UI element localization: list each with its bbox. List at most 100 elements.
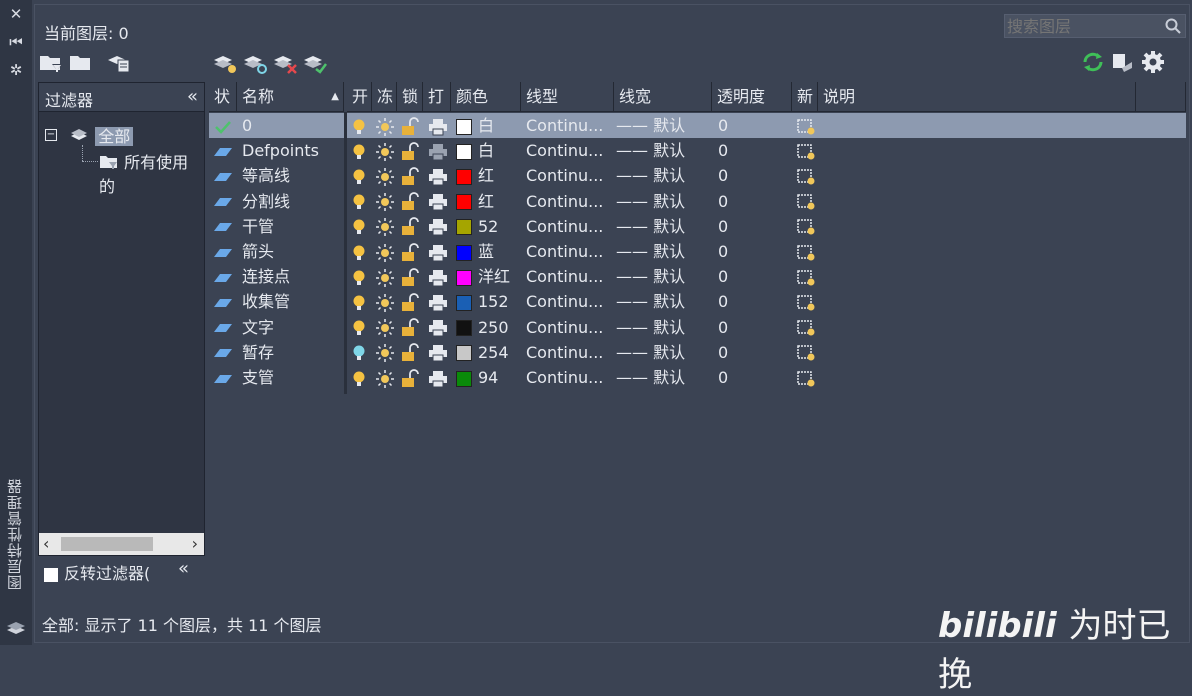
table-row[interactable]: 0 白 Continu... —— 默认 0 <box>209 113 1186 138</box>
layer-name[interactable]: 0 <box>237 113 344 138</box>
color-cell[interactable]: 250 <box>456 315 520 340</box>
set-current-icon[interactable] <box>302 48 328 76</box>
color-cell[interactable]: 白 <box>456 113 520 138</box>
bulb-on-icon[interactable] <box>351 239 371 264</box>
lineweight-cell[interactable]: —— 默认 <box>616 189 712 214</box>
status-cell[interactable] <box>209 214 237 239</box>
table-row[interactable]: 收集管 152 Continu... —— 默认 0 <box>209 289 1186 314</box>
unlock-icon[interactable] <box>401 214 421 239</box>
table-row[interactable]: Defpoints 白 Continu... —— 默认 0 <box>209 138 1186 163</box>
linetype-cell[interactable]: Continu... <box>526 189 614 214</box>
new-vp-freeze-icon[interactable] <box>796 365 818 390</box>
linetype-cell[interactable]: Continu... <box>526 264 614 289</box>
printer-icon[interactable] <box>428 315 450 340</box>
status-cell[interactable] <box>209 264 237 289</box>
status-cell[interactable] <box>209 365 237 390</box>
linetype-cell[interactable]: Continu... <box>526 113 614 138</box>
bulb-on-icon[interactable] <box>351 189 371 214</box>
bulb-on-icon[interactable] <box>351 138 371 163</box>
sun-thawed-icon[interactable] <box>375 163 395 188</box>
sun-thawed-icon[interactable] <box>375 214 395 239</box>
bulb-on-icon[interactable] <box>351 315 371 340</box>
new-vp-freeze-icon[interactable] <box>796 340 818 365</box>
transparency-cell[interactable]: 0 <box>718 340 788 365</box>
sun-thawed-icon[interactable] <box>375 340 395 365</box>
unlock-icon[interactable] <box>401 163 421 188</box>
color-cell[interactable]: 254 <box>456 340 520 365</box>
col-color[interactable]: 颜色 <box>451 82 521 112</box>
linetype-cell[interactable]: Continu... <box>526 239 614 264</box>
layer-search-box[interactable] <box>1004 14 1186 38</box>
linetype-cell[interactable]: Continu... <box>526 214 614 239</box>
lineweight-cell[interactable]: —— 默认 <box>616 365 712 390</box>
bulb-off-icon[interactable] <box>351 340 371 365</box>
tree-item-all[interactable]: − 全部 <box>45 123 134 146</box>
transparency-cell[interactable]: 0 <box>718 365 788 390</box>
new-layer-icon[interactable] <box>212 48 238 76</box>
new-layer-vp-frozen-icon[interactable] <box>242 48 268 76</box>
invert-filter-checkbox[interactable]: 反转过滤器( <box>44 560 150 583</box>
lineweight-cell[interactable]: —— 默认 <box>616 315 712 340</box>
table-row[interactable]: 暂存 254 Continu... —— 默认 0 <box>209 340 1186 365</box>
unlock-icon[interactable] <box>401 264 421 289</box>
layer-name[interactable]: 箭头 <box>237 239 344 264</box>
status-cell[interactable] <box>209 289 237 314</box>
tree-collapse-toggle-icon[interactable]: − <box>45 129 57 141</box>
color-cell[interactable]: 洋红 <box>456 264 520 289</box>
status-cell[interactable] <box>209 138 237 163</box>
sun-thawed-icon[interactable] <box>375 315 395 340</box>
col-status[interactable]: 状 <box>209 82 237 112</box>
transparency-cell[interactable]: 0 <box>718 138 788 163</box>
sun-thawed-icon[interactable] <box>375 189 395 214</box>
col-description[interactable]: 说明 <box>818 82 1136 112</box>
table-row[interactable]: 等高线 红 Continu... —— 默认 0 <box>209 163 1186 188</box>
bulb-on-icon[interactable] <box>351 214 371 239</box>
unlock-icon[interactable] <box>401 340 421 365</box>
col-linetype[interactable]: 线型 <box>521 82 614 112</box>
color-cell[interactable]: 52 <box>456 214 520 239</box>
linetype-cell[interactable]: Continu... <box>526 365 614 390</box>
search-icon[interactable] <box>1164 17 1182 35</box>
unlock-icon[interactable] <box>401 315 421 340</box>
printer-icon[interactable] <box>428 113 450 138</box>
unlock-icon[interactable] <box>401 113 421 138</box>
status-cell[interactable] <box>209 340 237 365</box>
search-input[interactable] <box>1005 15 1157 37</box>
status-cell[interactable] <box>209 113 237 138</box>
close-icon[interactable]: ✕ <box>6 4 26 24</box>
new-vp-freeze-icon[interactable] <box>796 138 818 163</box>
col-new-vp-freeze[interactable]: 新 <box>792 82 818 112</box>
lineweight-cell[interactable]: —— 默认 <box>616 163 712 188</box>
lineweight-cell[interactable]: —— 默认 <box>616 239 712 264</box>
transparency-cell[interactable]: 0 <box>718 214 788 239</box>
col-lineweight[interactable]: 线宽 <box>614 82 712 112</box>
color-cell[interactable]: 红 <box>456 163 520 188</box>
new-vp-freeze-icon[interactable] <box>796 189 818 214</box>
lineweight-cell[interactable]: —— 默认 <box>616 340 712 365</box>
status-cell[interactable] <box>209 315 237 340</box>
sun-thawed-icon[interactable] <box>375 239 395 264</box>
printer-icon[interactable] <box>428 239 450 264</box>
new-vp-freeze-icon[interactable] <box>796 214 818 239</box>
col-transparency[interactable]: 透明度 <box>712 82 792 112</box>
color-cell[interactable]: 蓝 <box>456 239 520 264</box>
lineweight-cell[interactable]: —— 默认 <box>616 214 712 239</box>
col-lock[interactable]: 锁 <box>397 82 423 112</box>
table-row[interactable]: 分割线 红 Continu... —— 默认 0 <box>209 189 1186 214</box>
bulb-on-icon[interactable] <box>351 264 371 289</box>
layer-name[interactable]: 收集管 <box>237 289 344 314</box>
color-cell[interactable]: 白 <box>456 138 520 163</box>
lineweight-cell[interactable]: —— 默认 <box>616 264 712 289</box>
tree-item-all-used[interactable]: 所有使用的 <box>99 149 204 196</box>
table-row[interactable]: 连接点 洋红 Continu... —— 默认 0 <box>209 264 1186 289</box>
sun-thawed-icon[interactable] <box>375 289 395 314</box>
new-property-filter-icon[interactable] <box>38 48 64 76</box>
layer-translator-icon[interactable] <box>1110 48 1136 76</box>
sun-thawed-icon[interactable] <box>375 113 395 138</box>
new-vp-freeze-icon[interactable] <box>796 289 818 314</box>
printer-icon[interactable] <box>428 163 450 188</box>
settings-gear-icon[interactable] <box>1140 48 1166 76</box>
color-cell[interactable]: 红 <box>456 189 520 214</box>
filter-horizontal-scrollbar[interactable]: ‹ › <box>39 533 204 555</box>
refresh-icon[interactable] <box>1080 48 1106 76</box>
